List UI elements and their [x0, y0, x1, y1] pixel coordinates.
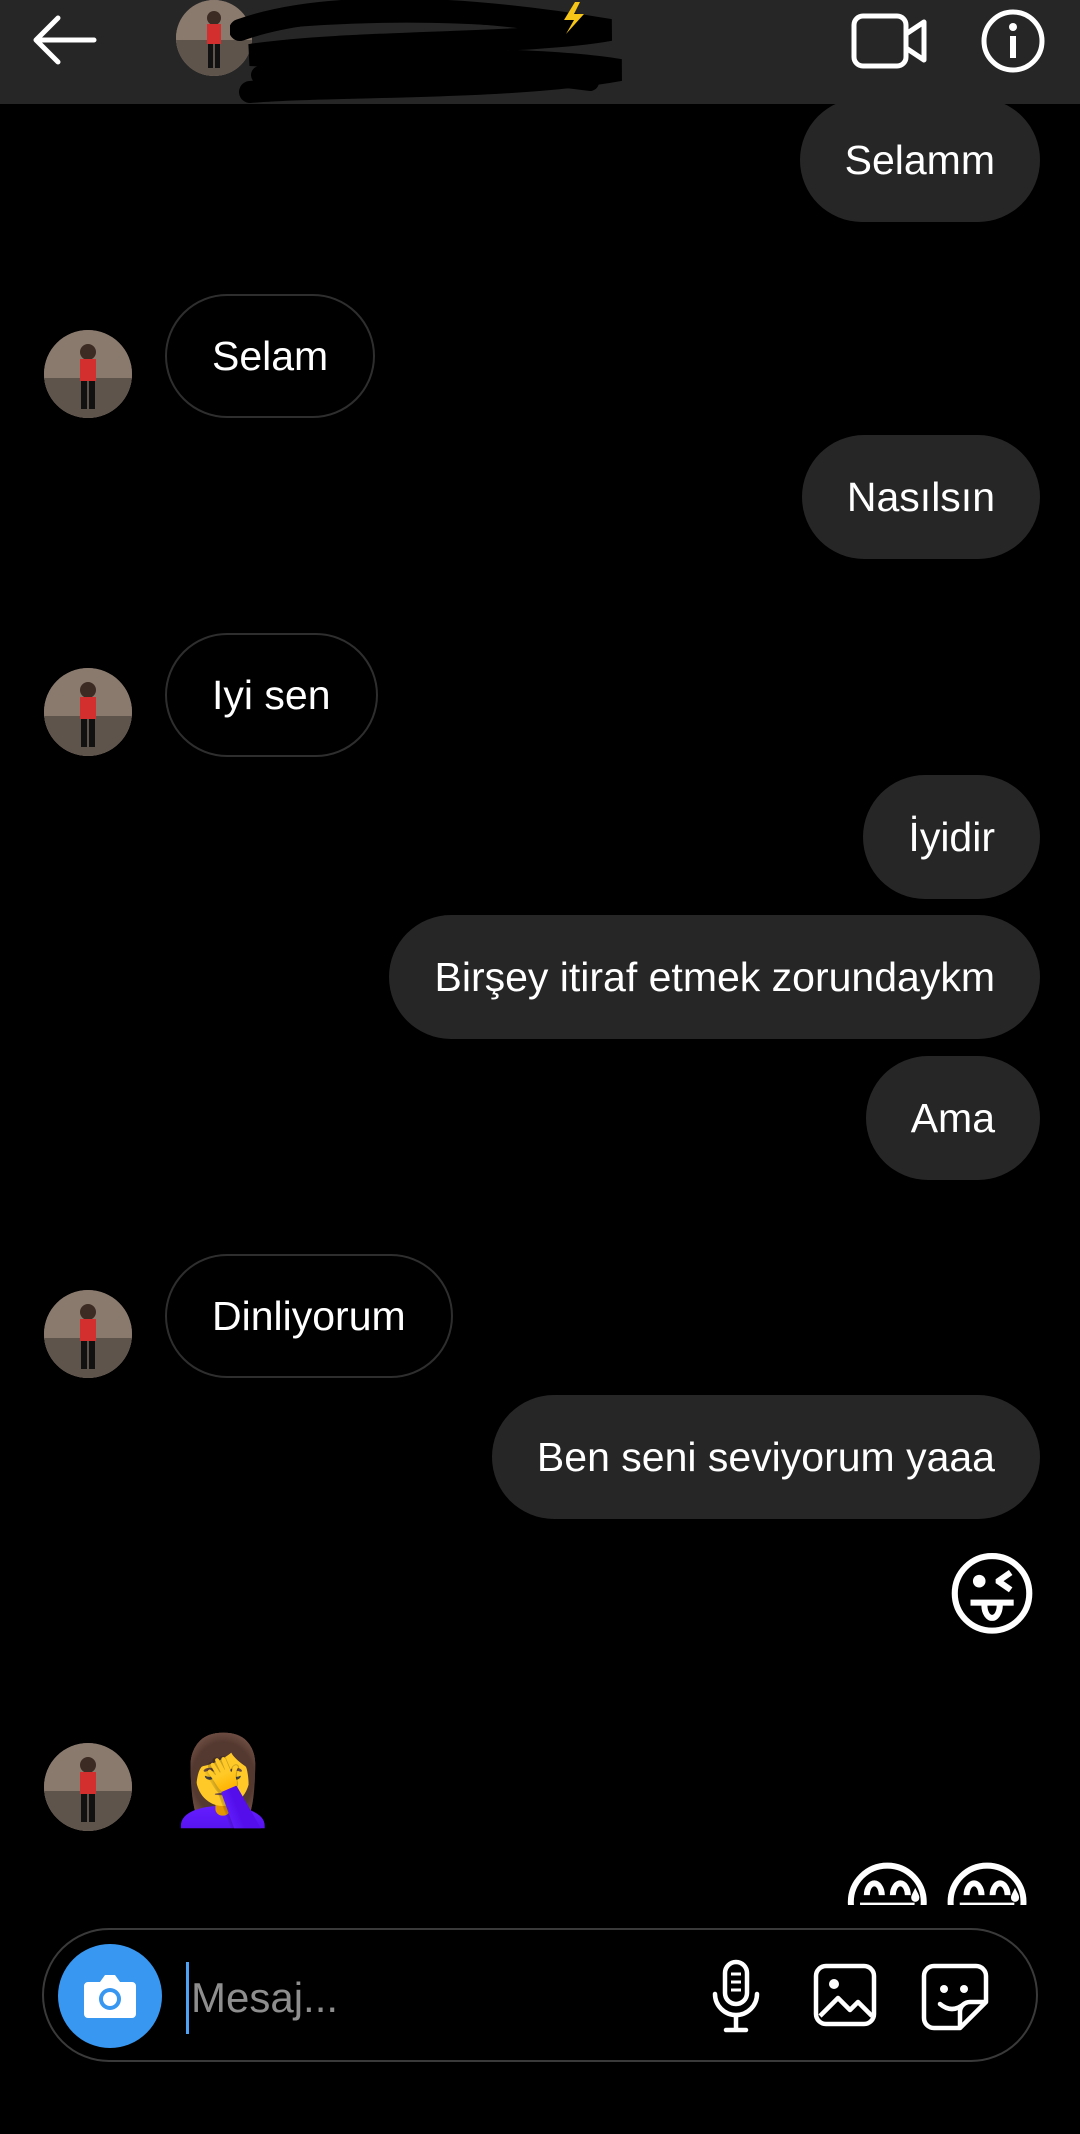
- outgoing-message[interactable]: İyidir: [863, 775, 1040, 899]
- camera-icon: [84, 1975, 136, 2018]
- outgoing-emoji-message[interactable]: 😅😅: [840, 1855, 1040, 1905]
- contact-avatar[interactable]: [44, 1743, 132, 1831]
- voice-message-button[interactable]: [710, 1958, 762, 2034]
- avatar-photo: [44, 330, 132, 418]
- gallery-icon: [813, 1963, 877, 2027]
- avatar-photo: [44, 668, 132, 756]
- partial-message-clip: 😅😅: [0, 1855, 1080, 1905]
- video-call-button[interactable]: [850, 12, 930, 70]
- outgoing-message[interactable]: Birşey itiraf etmek zorundaykm: [389, 915, 1040, 1039]
- redacted-name-scribble: [230, 0, 630, 104]
- outgoing-message[interactable]: Ama: [865, 1056, 1040, 1180]
- sticker-button[interactable]: [920, 1962, 990, 2032]
- info-button[interactable]: [980, 8, 1046, 74]
- incoming-emoji-message[interactable]: 🤦‍♀️: [168, 1730, 278, 1830]
- info-icon: [981, 9, 1045, 73]
- camera-button[interactable]: [58, 1944, 162, 2048]
- back-button[interactable]: [28, 12, 100, 68]
- incoming-message[interactable]: Iyi sen: [165, 633, 378, 757]
- incoming-message[interactable]: Dinliyorum: [165, 1254, 453, 1378]
- avatar-photo: [44, 1290, 132, 1378]
- microphone-icon: [712, 1959, 760, 2033]
- outgoing-emoji-message[interactable]: 😜: [944, 1546, 1040, 1646]
- video-camera-icon: [851, 13, 927, 69]
- chat-header: [0, 0, 1080, 104]
- avatar-photo: [44, 1743, 132, 1831]
- contact-avatar[interactable]: [44, 668, 132, 756]
- back-arrow-icon: [33, 15, 97, 65]
- outgoing-message[interactable]: Ben seni seviyorum yaaa: [491, 1395, 1040, 1519]
- message-input[interactable]: [186, 1962, 673, 2034]
- sticker-icon: [921, 1963, 989, 2031]
- contact-avatar[interactable]: [44, 330, 132, 418]
- gallery-button[interactable]: [812, 1962, 878, 2028]
- incoming-message[interactable]: Selam: [165, 294, 376, 418]
- outgoing-message[interactable]: Nasılsın: [801, 435, 1040, 559]
- contact-avatar[interactable]: [44, 1290, 132, 1378]
- outgoing-message[interactable]: Selamm: [799, 98, 1040, 222]
